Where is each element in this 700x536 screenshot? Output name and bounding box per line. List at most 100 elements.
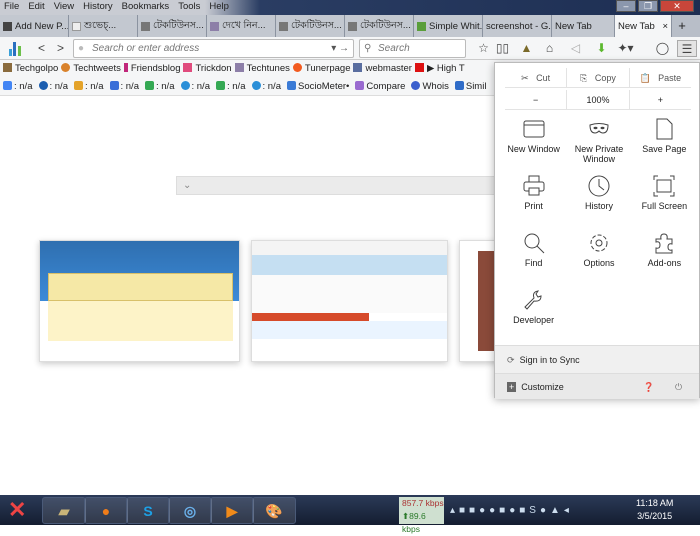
chat-icon[interactable]: ◯ (654, 40, 671, 57)
start-button[interactable]: ✕ (8, 498, 26, 522)
menu-history[interactable]: History (83, 0, 113, 14)
tab-strip: Add New P... শুভেচ্... টেকটিউনস... দেখে … (0, 15, 700, 37)
home-icon[interactable]: ⌂ (541, 40, 558, 57)
download-icon[interactable]: ⬇ (593, 40, 610, 57)
addon-item[interactable]: : n/a (38, 78, 68, 95)
customize-button[interactable]: + Customize ❓ ⏻ (495, 373, 699, 399)
firefox-taskbar-icon[interactable]: ● (84, 497, 128, 524)
find-button[interactable]: Find (501, 231, 566, 272)
menu-help[interactable]: Help (209, 0, 229, 14)
addon-item[interactable]: : n/a (180, 78, 210, 95)
add-ons-button[interactable]: Add-ons (632, 231, 697, 272)
addon-item[interactable]: Simil (454, 78, 486, 95)
tab[interactable]: টেকটিউনস... (276, 15, 345, 37)
power-icon[interactable]: ⏻ (675, 374, 682, 400)
tab-active[interactable]: New Tab × (615, 15, 672, 37)
upload-speed: ⬆89.6 kbps (402, 511, 426, 534)
new-window-button[interactable]: New Window (501, 117, 566, 158)
history-button[interactable]: History (566, 174, 631, 215)
sync-label: Sign in to Sync (519, 355, 580, 365)
zoom-in-button[interactable]: + (630, 90, 691, 109)
zoom-out-button[interactable]: − (505, 90, 568, 109)
menu-view[interactable]: View (54, 0, 74, 14)
tab-title: টেকটিউনস... (291, 19, 342, 31)
bookmark-item[interactable]: Techtweets (61, 60, 121, 78)
addon-item[interactable]: Whois (411, 78, 449, 95)
minimize-button[interactable]: ‒ (616, 0, 636, 12)
tab[interactable]: টেকটিউনস... (345, 15, 414, 37)
addon-item[interactable]: Compare (355, 78, 405, 95)
bookmark-item[interactable]: Tunerpage (292, 60, 350, 78)
downloads-addon-icon[interactable]: ▲ (518, 40, 535, 57)
menu-hamburger-icon[interactable]: ☰ (677, 40, 697, 57)
options-button[interactable]: Options (566, 231, 631, 272)
bookmark-item[interactable]: Techtunes (234, 60, 290, 78)
addon-item[interactable]: : n/a (145, 78, 175, 95)
addon-item[interactable]: : n/a (216, 78, 246, 95)
search-bar[interactable]: Search ⚲ (359, 39, 466, 58)
copy-button[interactable]: ⎘ Copy (567, 68, 630, 87)
bookmark-item[interactable]: Techgolpo (3, 60, 58, 78)
send-icon[interactable]: ◁ (567, 40, 584, 57)
site-thumbnail-youtube[interactable] (459, 240, 499, 362)
tab[interactable]: New Tab (552, 15, 615, 37)
help-icon[interactable]: ❓ (643, 374, 654, 400)
taskbar: ✕ ▰ ● S ◎ ▶ 🎨 (0, 495, 700, 525)
forward-icon[interactable]: > (52, 40, 69, 57)
tab[interactable]: screenshot - G... (483, 15, 552, 37)
extension-icon[interactable]: ✦▾ (617, 40, 634, 57)
full-screen-button[interactable]: Full Screen (632, 174, 697, 215)
tab[interactable]: দেখে নিন... (207, 15, 276, 37)
developer-button[interactable]: Developer (501, 288, 566, 329)
bookmark-star-icon[interactable]: ☆ (475, 40, 492, 57)
addon-item[interactable]: : n/a (74, 78, 104, 95)
menu-bookmarks[interactable]: Bookmarks (122, 0, 170, 14)
menu-tools[interactable]: Tools (178, 0, 200, 14)
tab-title: screenshot - G... (486, 20, 552, 32)
explorer-taskbar-icon[interactable]: ▰ (42, 497, 86, 524)
bookmark-item[interactable]: webmaster (353, 60, 412, 78)
paste-button[interactable]: 📋 Paste (630, 68, 691, 87)
go-arrow-icon[interactable]: ▾ → (331, 40, 349, 57)
system-tray-icons[interactable]: ▴■■●●■●■S●▲◂ (450, 505, 573, 516)
save-page-button[interactable]: Save Page (632, 117, 697, 158)
print-button[interactable]: Print (501, 174, 566, 215)
addon-item[interactable]: : n/a (109, 78, 139, 95)
close-button[interactable]: ✕ (660, 0, 694, 12)
addon-item[interactable]: : n/a (251, 78, 281, 95)
bookmark-item[interactable]: Trickdon (183, 60, 232, 78)
newtab-search-box[interactable]: ⌄ (176, 176, 496, 195)
site-thumbnail-techtunes[interactable] (251, 240, 448, 362)
media-taskbar-icon[interactable]: ◎ (168, 497, 212, 524)
bookmark-item[interactable]: Friendsblog (123, 60, 180, 78)
address-bar[interactable]: Search or enter address ● ▾ → (73, 39, 354, 58)
addon-item[interactable]: SocioMeter• (287, 78, 349, 95)
sign-in-sync-button[interactable]: ⟳ Sign in to Sync (495, 345, 699, 373)
clock[interactable]: 11:18 AM 3/5/2015 (636, 497, 673, 523)
gear-icon (590, 234, 608, 252)
bookmark-item[interactable]: ▶ High T (414, 60, 465, 78)
cut-button[interactable]: ✂ Cut (505, 68, 568, 87)
close-tab-icon[interactable]: × (662, 21, 668, 32)
skype-taskbar-icon[interactable]: S (126, 497, 170, 524)
bar-chart-addon-icon[interactable] (8, 40, 24, 57)
new-private-window-button[interactable]: New Private Window (566, 117, 631, 164)
chevron-down-icon: ⌄ (183, 180, 192, 191)
menu-file[interactable]: File (4, 0, 19, 14)
tab[interactable]: Simple Whit... (414, 15, 483, 37)
site-thumbnail-adfly[interactable] (39, 240, 240, 362)
addon-item[interactable]: : n/a (3, 78, 33, 95)
wrench-icon (523, 290, 542, 310)
zoom-reset-button[interactable]: 100% (567, 90, 630, 109)
tab[interactable]: টেকটিউনস... (138, 15, 207, 37)
tab[interactable]: Add New P... (0, 15, 69, 37)
paint-taskbar-icon[interactable]: 🎨 (252, 497, 296, 524)
new-tab-button[interactable]: + (672, 15, 692, 37)
tab[interactable]: শুভেচ্... (69, 15, 138, 37)
maximize-button[interactable]: ❐ (638, 0, 658, 12)
menu-edit[interactable]: Edit (28, 0, 44, 14)
window-icon (523, 120, 545, 138)
back-icon[interactable]: < (33, 40, 50, 57)
player-taskbar-icon[interactable]: ▶ (210, 497, 254, 524)
reading-list-icon[interactable]: ▯▯ (494, 40, 511, 57)
